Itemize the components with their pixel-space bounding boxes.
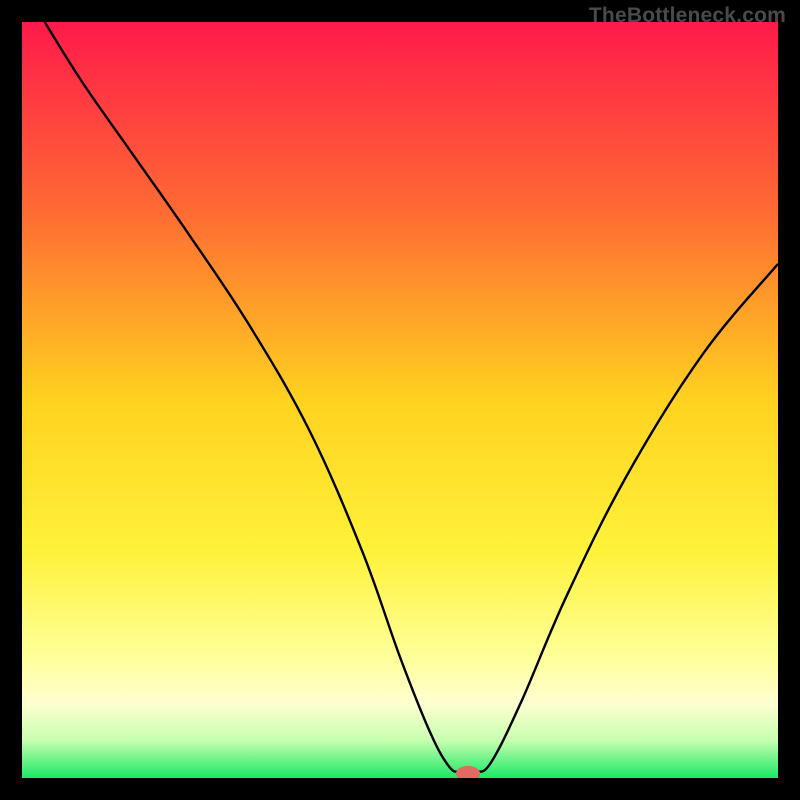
chart-frame: TheBottleneck.com — [0, 0, 800, 800]
gradient-background — [22, 22, 778, 778]
plot-area — [22, 22, 778, 778]
chart-svg — [22, 22, 778, 778]
